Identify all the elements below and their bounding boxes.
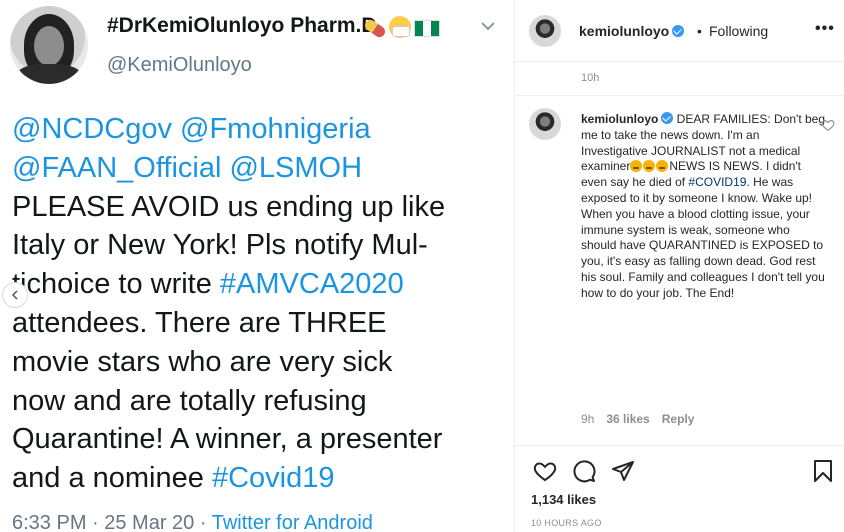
pill-icon [362, 17, 388, 39]
comment-bubble-icon[interactable] [572, 459, 596, 483]
divider [515, 95, 844, 96]
caption-username[interactable]: kemiolunloyo [581, 112, 658, 126]
tweet-line: movie stars who are very sick [12, 343, 508, 382]
tweet-line: @NCDCgov @Fmohnigeria [12, 110, 508, 149]
following-button[interactable]: Following [709, 23, 768, 39]
tweet-line: tichoice to write #AMVCA2020 [12, 265, 508, 304]
tweet-avatar [10, 6, 88, 84]
tweet-mention: @NCDCgov [12, 113, 172, 145]
tweet-body: @NCDCgov @Fmohnigeria @FAAN_Official @LSM… [12, 110, 508, 498]
tweet-meta: 6:33 PM · 25 Mar 20 · Twitter for Androi… [12, 512, 373, 532]
like-heart-icon[interactable] [533, 459, 557, 483]
tweet-line: attendees. There are THREE [12, 304, 508, 343]
tweet-timestamp: 6:33 PM · 25 Mar 20 · [12, 512, 212, 532]
tweet-line: @FAAN_Official @LSMOH [12, 149, 508, 188]
angry-face-icon [656, 160, 669, 173]
chevron-left-icon [11, 290, 18, 300]
post-header: kemiolunloyo • Following ••• [515, 0, 844, 62]
likes-count[interactable]: 1,134 likes [531, 492, 596, 507]
tweet-handle: @KemiOlunloyo [107, 54, 252, 76]
post-time-ago: 10 HOURS AGO [531, 518, 602, 528]
tweet-hashtag: #AMVCA2020 [219, 268, 404, 301]
divider [515, 445, 844, 446]
caption-hashtag[interactable]: #COVID19 [688, 175, 746, 189]
caption-text: kemiolunloyo DEAR FAMILIES: Don't beg me… [581, 112, 827, 302]
tweet-text: Quarantine! A winner, a presenter [12, 423, 443, 456]
tweet-text: movie stars who are very sick [12, 345, 393, 378]
comment-likes[interactable]: 36 likes [606, 412, 649, 426]
chevron-down-icon [481, 22, 495, 31]
tweet-text: now and are totally refusing [12, 384, 367, 417]
tweet-text [172, 113, 180, 145]
tweet-line: Quarantine! A winner, a presenter [12, 420, 508, 459]
share-paper-plane-icon[interactable] [611, 459, 635, 483]
header-username[interactable]: kemiolunloyo [579, 23, 685, 39]
tweet-mention: @Fmohnigeria [180, 113, 371, 145]
post-image-tweet: #DrKemiOlunloyo Pharm.D @KemiOlunloyo @N… [0, 0, 514, 532]
verified-badge-icon [661, 112, 674, 124]
nigeria-flag-icon [414, 19, 440, 37]
comment-like-heart-icon[interactable] [821, 118, 835, 132]
username-text[interactable]: kemiolunloyo [579, 23, 669, 39]
tweet-source: Twitter for Android [211, 512, 373, 532]
tweet-name-emojis [362, 12, 440, 39]
angry-face-icon [630, 160, 643, 173]
comment-meta: 9h 36 likes Reply [581, 412, 706, 426]
bookmark-icon[interactable] [811, 459, 835, 483]
tweet-text: attendees. There are THREE [12, 306, 387, 339]
mask-face-icon [389, 16, 411, 38]
more-options-icon[interactable]: ••• [815, 20, 835, 38]
caption-segment: . He was exposed to it by someone I know… [581, 175, 825, 300]
carousel-prev-button[interactable] [2, 282, 28, 308]
tweet-hashtag: #Covid19 [211, 462, 335, 495]
tweet-mention: @FAAN_Official [12, 151, 222, 184]
tweet-line: now and are totally refusing [12, 382, 508, 421]
tweet-display-name: #DrKemiOlunloyo Pharm.D [107, 14, 377, 37]
tweet-line: Italy or New York! Pls notify Mul- [12, 226, 508, 265]
verified-badge-icon [672, 25, 685, 37]
separator-dot: • [697, 23, 702, 39]
avatar[interactable] [529, 108, 561, 140]
tweet-text: PLEASE AVOID us ending up like [12, 190, 446, 223]
tweet-line: and a nominee #Covid19 [12, 459, 508, 498]
tweet-line: PLEASE AVOID us ending up like [12, 188, 508, 227]
tweet-text: tichoice to write [12, 268, 220, 301]
tweet-text: Italy or New York! Pls notify Mul- [12, 229, 428, 262]
reply-button[interactable]: Reply [662, 412, 695, 426]
comment-time: 9h [581, 412, 595, 426]
avatar[interactable] [529, 15, 561, 47]
post-side-panel: kemiolunloyo • Following ••• 10h kemiolu… [514, 0, 844, 532]
angry-face-icon [643, 160, 656, 173]
tweet-text: and a nominee [12, 462, 212, 495]
tweet-mention: @LSMOH [229, 151, 363, 184]
post-time: 10h [581, 72, 600, 84]
